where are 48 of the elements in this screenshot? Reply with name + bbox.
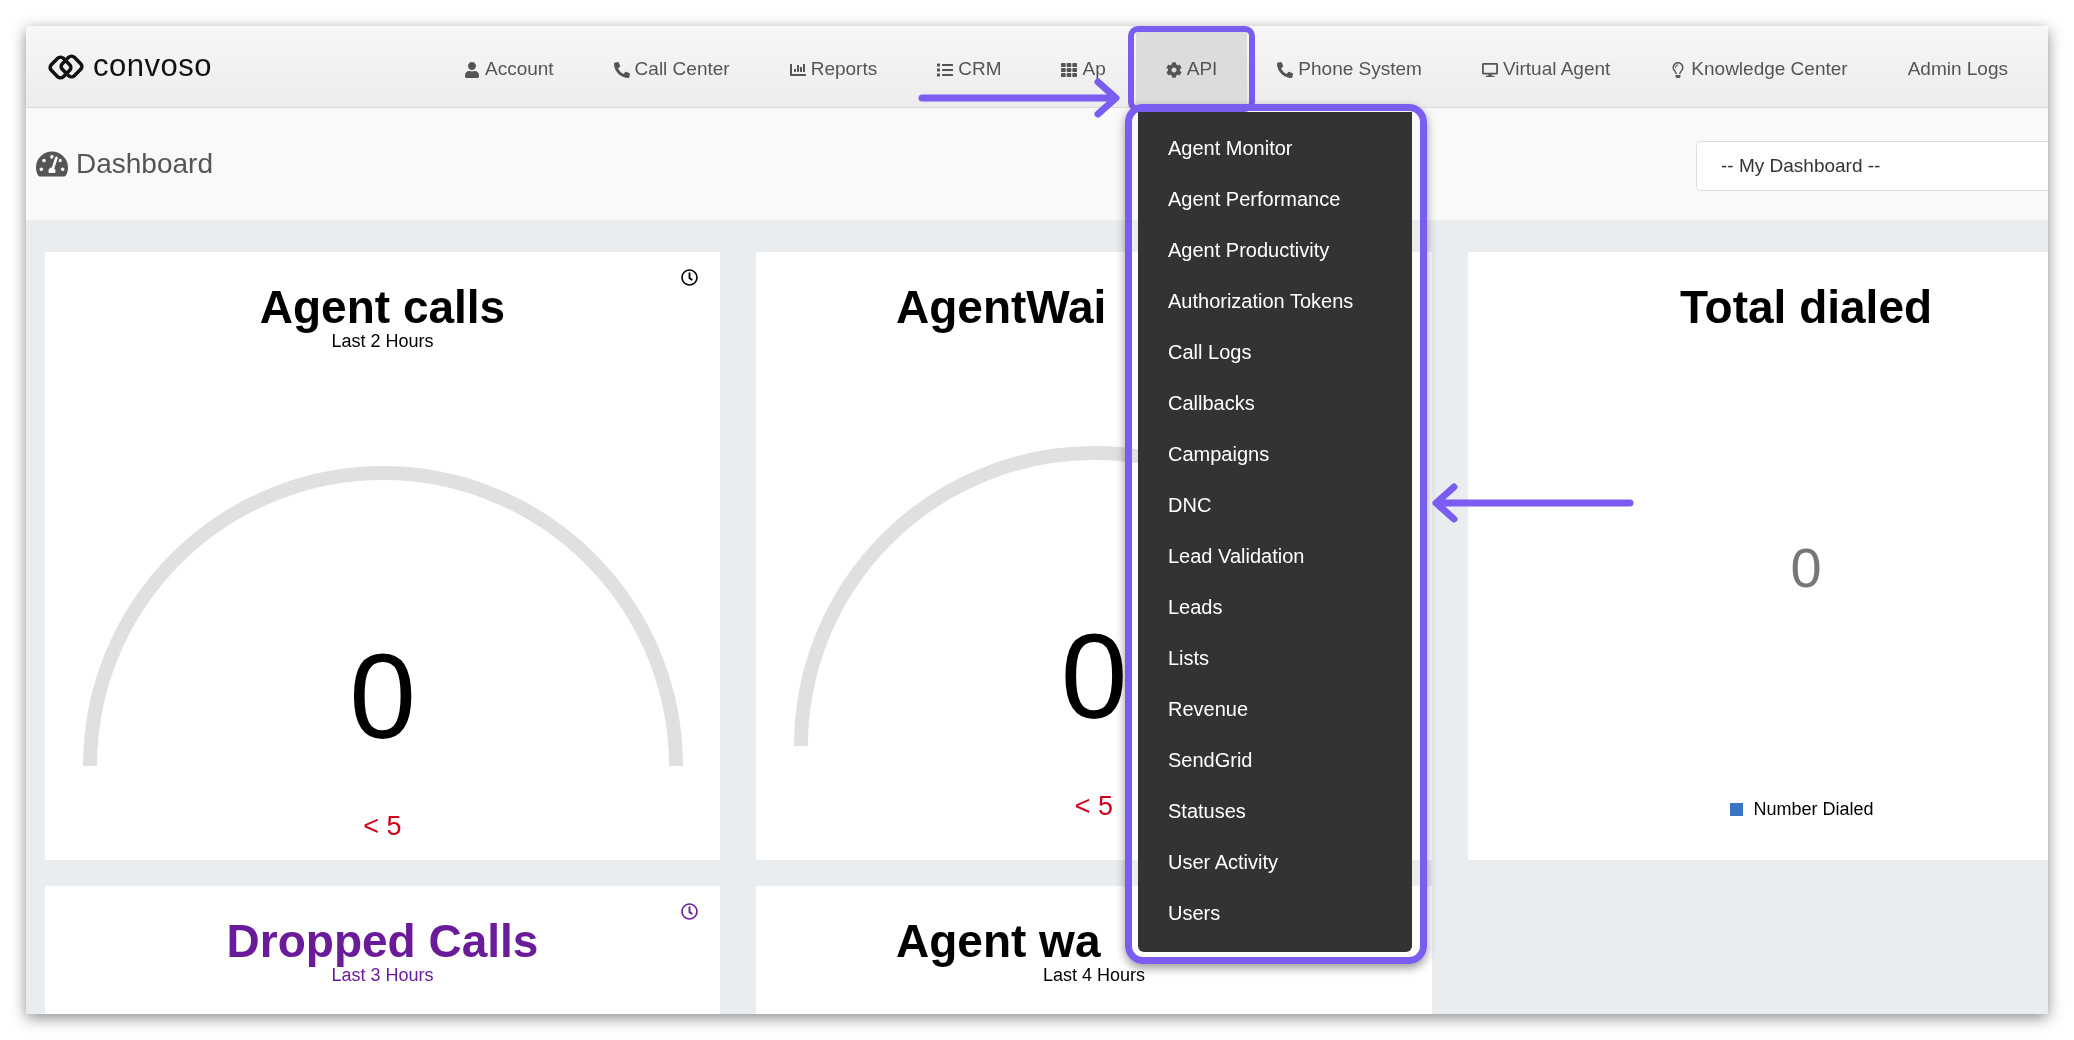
nav-item[interactable]: Phone System bbox=[1247, 26, 1452, 107]
dashboard-select[interactable]: -- My Dashboard -- bbox=[1696, 141, 2048, 191]
total-value: 0 bbox=[1790, 540, 1822, 596]
menu-item[interactable]: Agent Performance bbox=[1138, 173, 1412, 224]
nav-item[interactable]: Ap bbox=[1031, 26, 1136, 107]
monitor-icon bbox=[1481, 61, 1498, 78]
menu-item[interactable]: DNC bbox=[1138, 479, 1412, 530]
nav-item[interactable]: Knowledge Center bbox=[1640, 26, 1878, 107]
gauge-value: 0 bbox=[349, 636, 416, 756]
menu-item[interactable]: User Activity bbox=[1138, 836, 1412, 887]
list-icon bbox=[937, 61, 954, 78]
page-title: Dashboard bbox=[76, 147, 213, 181]
nav-item[interactable]: Admin Logs bbox=[1877, 26, 2038, 107]
clock-icon[interactable] bbox=[681, 903, 698, 920]
bar-chart-icon bbox=[789, 61, 806, 78]
grid-icon bbox=[1061, 61, 1078, 78]
menu-item[interactable]: Users bbox=[1138, 887, 1412, 938]
gauge-value: 0 bbox=[1060, 616, 1128, 736]
menu-item[interactable]: Lead Validation bbox=[1138, 530, 1412, 581]
nav-item[interactable]: Reports bbox=[759, 26, 908, 107]
nav-item[interactable]: Call Center bbox=[583, 26, 760, 107]
user-icon bbox=[463, 61, 480, 78]
nav-item[interactable]: Account bbox=[433, 26, 584, 107]
menu-item[interactable]: Callbacks bbox=[1138, 377, 1412, 428]
logo-text: convoso bbox=[93, 47, 212, 86]
menu-item[interactable]: Statuses bbox=[1138, 785, 1412, 836]
legend-label: Number Dialed bbox=[1753, 798, 1874, 821]
clock-icon[interactable] bbox=[681, 269, 698, 286]
card-title: Total dialed bbox=[1679, 284, 1933, 330]
settings-icon bbox=[1165, 61, 1182, 78]
menu-item[interactable]: Agent Productivity bbox=[1138, 224, 1412, 275]
nav-item[interactable]: CRM bbox=[907, 26, 1032, 107]
menu-item[interactable]: Lists bbox=[1138, 632, 1412, 683]
threshold-label: < 5 bbox=[1074, 790, 1114, 823]
card-subtitle: Last 4 Hours bbox=[1042, 966, 1146, 984]
menu-item[interactable]: Revenue bbox=[1138, 683, 1412, 734]
menu-item[interactable]: Leads bbox=[1138, 581, 1412, 632]
threshold-label: < 5 bbox=[363, 810, 402, 843]
phone-icon bbox=[613, 61, 630, 78]
nav-item[interactable]: Virtual Agent bbox=[1451, 26, 1641, 107]
menu-item[interactable]: Agent Monitor bbox=[1138, 122, 1412, 173]
menu-item[interactable]: Campaigns bbox=[1138, 428, 1412, 479]
card-subtitle: Last 3 Hours bbox=[331, 966, 434, 984]
phone-icon bbox=[1277, 61, 1294, 78]
menu-item[interactable]: SendGrid bbox=[1138, 734, 1412, 785]
menu-item[interactable]: Authorization Tokens bbox=[1138, 275, 1412, 326]
menu-item[interactable]: Call Logs bbox=[1138, 326, 1412, 377]
card-subtitle: Last 2 Hours bbox=[331, 332, 434, 350]
